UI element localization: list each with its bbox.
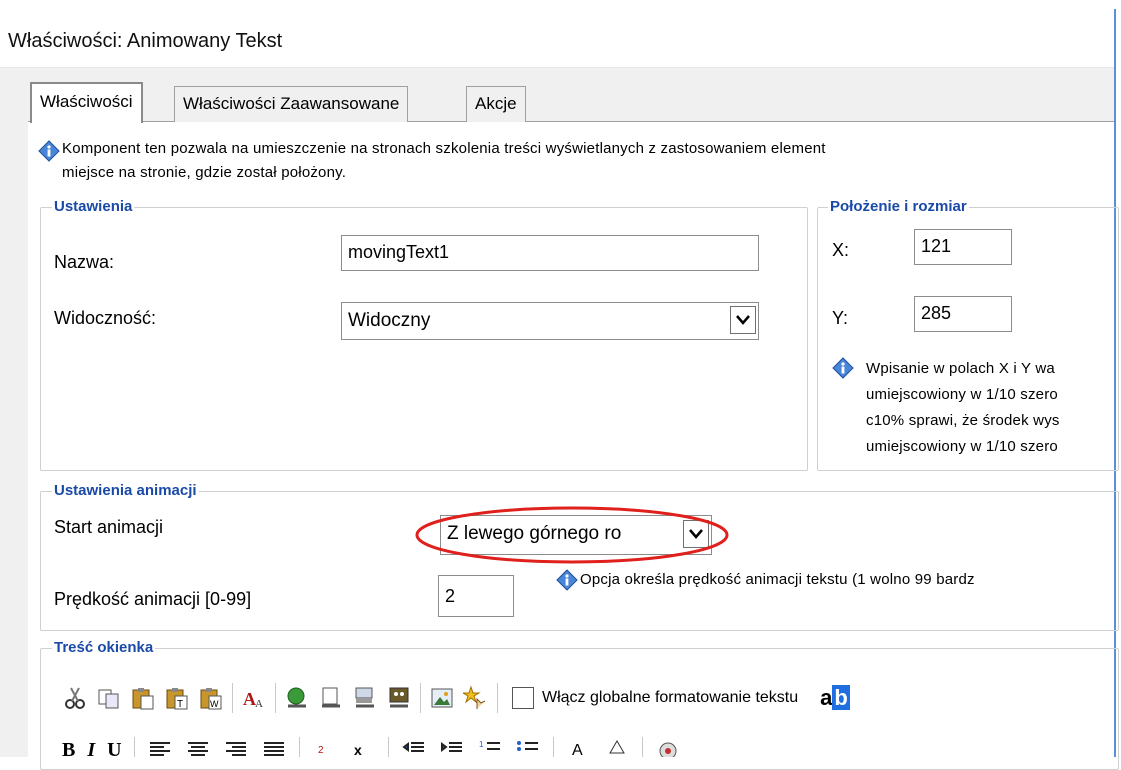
animation-start-label: Start animacji [54,517,164,537]
global-format-checkbox[interactable] [512,687,534,709]
toolbar-separator [497,683,498,713]
tab-actions[interactable]: Akcje [466,86,526,122]
numbered-list-icon[interactable]: 1 [477,737,503,757]
align-justify-icon[interactable] [261,737,287,757]
format-sample-b: b [832,685,850,710]
name-input[interactable]: movingText1 [341,235,759,271]
insert-image-icon[interactable] [429,685,455,711]
animation-speed-label: Prędkość animacji [0-99] [54,589,252,609]
editor-toolbar-row-1: T W AA Włącz globalne formatowanie tekst… [62,683,850,713]
global-format-label: Włącz globalne formatowanie tekstu [542,689,799,706]
link-file-icon[interactable] [352,685,378,711]
link-page-icon[interactable] [318,685,344,711]
visibility-value: Widoczny [348,310,431,331]
toolbar-separator [232,683,233,713]
position-hint-line-3: c10% sprawi, że środek wys [866,412,1060,429]
align-right-icon[interactable] [223,737,249,757]
paste-icon[interactable] [130,685,156,711]
svg-text:T: T [177,699,183,710]
svg-text:2: 2 [318,745,324,756]
info-icon [38,140,60,162]
description-line-1: Komponent ten pozwala na umieszczenie na… [62,140,826,157]
description-line-2: miejsce na stronie, gdzie został położon… [62,164,347,181]
svg-text:A: A [255,698,263,710]
svg-text:1: 1 [479,740,484,749]
toolbar-separator [275,683,276,713]
svg-text:W: W [210,699,219,709]
paste-text-icon[interactable]: T [164,685,190,711]
animation-speed-input[interactable]: 2 [438,575,514,617]
align-left-icon[interactable] [147,737,173,757]
bold-icon[interactable]: B [62,739,75,757]
font-size-icon[interactable]: AA [241,685,267,711]
position-legend: Położenie i rozmiar [828,198,969,215]
toolbar-separator [552,737,554,757]
window-title: Właściwości: Animowany Tekst [8,30,283,52]
info-icon [832,357,854,379]
visibility-select[interactable]: Widoczny [341,302,759,340]
toolbar-separator [298,737,300,757]
svg-text:A: A [572,742,583,757]
indent-icon[interactable] [439,737,465,757]
name-label: Nazwa: [54,252,115,272]
toolbar-separator [420,683,421,713]
toolbar-separator [641,737,643,757]
copy-icon[interactable] [96,685,122,711]
insert-link-icon[interactable] [284,685,310,711]
editor-toolbar-row-2: B I U 2 x 1 A [62,737,681,757]
clean-icon[interactable] [655,737,681,757]
bullet-list-icon[interactable] [515,737,541,757]
svg-text:x: x [354,742,362,757]
window-top-edge [0,0,1121,9]
subscript-icon[interactable]: 2 [312,737,338,757]
outdent-icon[interactable] [401,737,427,757]
x-input[interactable]: 121 [914,229,1012,265]
y-label: Y: [832,308,849,328]
italic-icon[interactable]: I [87,739,95,757]
chevron-down-icon[interactable] [730,306,756,334]
paste-word-icon[interactable]: W [198,685,224,711]
y-input[interactable]: 285 [914,296,1012,332]
toolbar-separator [387,737,389,757]
position-hint-line-4: umiejscowiony w 1/10 szero [866,438,1058,455]
underline-icon[interactable]: U [107,739,121,757]
align-center-icon[interactable] [185,737,211,757]
position-hint-line-1: Wpisanie w polach X i Y wa [866,360,1055,377]
content-legend: Treść okienka [52,639,156,656]
visibility-label: Widoczność: [54,308,157,328]
animation-legend: Ustawienia animacji [52,482,199,499]
font-color-icon[interactable]: A [566,737,592,757]
highlight-ellipse [415,506,729,564]
cut-icon[interactable] [62,685,88,711]
tab-properties[interactable]: Właściwości [30,82,143,123]
position-hint-line-2: umiejscowiony w 1/10 szero [866,386,1058,403]
toolbar-separator [133,737,135,757]
format-sample-icon[interactable]: ab [820,685,850,711]
format-sample-a: a [820,685,833,710]
settings-legend: Ustawienia [52,198,135,215]
animation-speed-hint: Opcja określa prędkość animacji tekstu (… [580,571,975,588]
tab-advanced-properties[interactable]: Właściwości Zaawansowane [174,86,409,122]
insert-special-icon[interactable] [461,685,489,711]
x-label: X: [832,240,850,260]
info-icon [556,569,578,591]
link-action-icon[interactable] [386,685,412,711]
superscript-icon[interactable]: x [350,737,376,757]
highlight-icon[interactable] [604,737,630,757]
